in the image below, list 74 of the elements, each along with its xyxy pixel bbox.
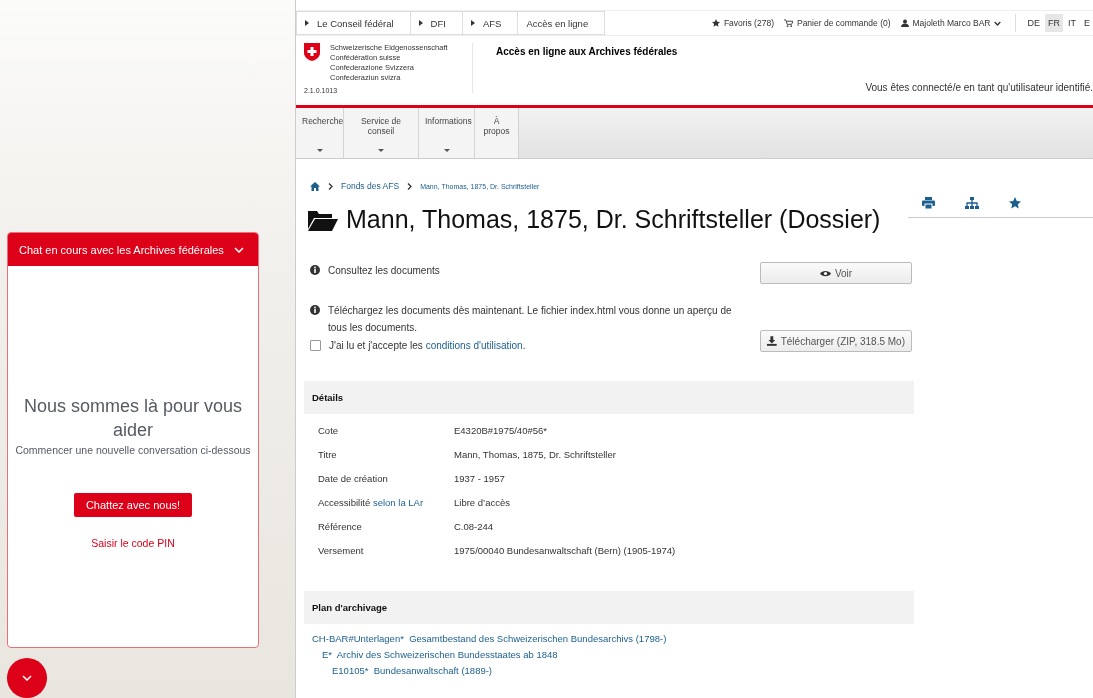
user-menu[interactable]: Majoleth Marco BAR — [912, 18, 991, 28]
chevron-down-icon — [22, 675, 32, 682]
chevron-right-icon — [328, 182, 333, 190]
top-breadcrumb[interactable]: Accès en ligne — [518, 11, 606, 35]
page-title: Mann, Thomas, 1875, Dr. Schriftsteller (Dossier) — [346, 205, 881, 234]
archive-tree-link[interactable]: CH-BAR#Unterlagen* Gesamtbestand des Schweizerischen Bundesarchivs (1798-) — [312, 631, 667, 647]
nav-menu-item[interactable]: À propos — [475, 108, 519, 158]
chevron-down-icon — [994, 20, 1002, 26]
top-breadcrumb[interactable]: Le Conseil fédéral — [297, 11, 411, 35]
section-header: Plan d'archivage — [304, 591, 914, 624]
view-info-text: Consultez les documents — [328, 264, 440, 278]
detail-value: E4320B#1975/40#56* — [454, 424, 548, 437]
star-icon[interactable] — [1009, 197, 1021, 209]
language-option[interactable]: DE — [1024, 14, 1043, 32]
terms-text: J'ai lu et j'accepte les conditions d'utilisation. — [329, 339, 526, 351]
chat-heading: Nous sommes là pour vous aider — [23, 395, 243, 442]
detail-label: Versement — [318, 544, 365, 557]
caret-right-icon — [470, 20, 475, 26]
chat-subtitle: Commencer une nouvelle conversation ci-dessous — [15, 444, 251, 456]
favorites-link[interactable]: Favoris (278) — [723, 18, 774, 28]
terms-checkbox[interactable] — [310, 339, 321, 351]
law-link[interactable]: selon la LAr — [372, 497, 424, 508]
info-icon — [310, 265, 320, 275]
language-option[interactable]: IT — [1065, 14, 1079, 32]
view-button[interactable]: Voir — [760, 262, 912, 284]
section-header: Détails — [304, 381, 914, 414]
home-icon[interactable] — [310, 181, 320, 191]
caret-icon — [316, 149, 323, 152]
folder-icon — [308, 208, 338, 231]
caret-icon — [378, 149, 384, 152]
info-icon — [310, 305, 320, 315]
login-status: Vous êtes connecté/e en tant qu'utilisateur identifié. — [865, 82, 1093, 93]
detail-label: Date de création — [318, 472, 389, 485]
star-icon — [711, 19, 720, 27]
terms-link[interactable]: conditions d'utilisation — [425, 339, 523, 351]
download-info-text: Téléchargez les documents dès maintenant. Le fichier index.html vous donne un aperçu de tous les documents. — [328, 304, 733, 335]
caret-right-icon — [418, 20, 423, 26]
download-icon — [767, 336, 777, 346]
cart-icon — [783, 19, 793, 27]
language-option[interactable]: E — [1081, 14, 1093, 32]
detail-value: 1975/00040 Bundesanwaltschaft (Bern) (1905-1974) — [454, 544, 677, 557]
detail-label: Cote — [318, 424, 340, 437]
chat-start-button[interactable]: Chattez avec nous! — [73, 493, 193, 517]
user-icon — [900, 19, 909, 27]
swiss-flag-icon — [304, 43, 320, 61]
pin-code-link[interactable]: Saisir le code PIN — [91, 537, 175, 549]
nav-menu-item[interactable]: Informations — [419, 108, 475, 158]
caret-icon — [443, 149, 450, 152]
archive-tree-link[interactable]: E10105* Bundesanwaltschaft (1889-) — [332, 663, 493, 679]
top-breadcrumb[interactable]: AFS — [462, 11, 519, 35]
chevron-right-icon — [407, 182, 413, 190]
hierarchy-icon[interactable] — [965, 197, 979, 209]
detail-value: C.08-244 — [454, 520, 495, 533]
detail-label: Référence — [318, 520, 363, 533]
detail-value: 1937 - 1957 — [454, 472, 506, 485]
chat-header[interactable]: Chat en cours avec les Archives fédérales — [8, 233, 258, 266]
cart-link[interactable]: Panier de commande (0) — [796, 18, 891, 28]
site-title: Accès en ligne aux Archives fédérales — [495, 45, 678, 59]
breadcrumb-link[interactable]: Fonds des AFS — [341, 181, 400, 191]
detail-value: Libre d’accès — [454, 496, 511, 509]
chevron-down-icon — [234, 246, 244, 253]
nav-menu-item[interactable]: Recherche — [296, 108, 344, 158]
caret-right-icon — [305, 20, 309, 26]
nav-menu-item[interactable]: Service de conseil — [344, 108, 419, 158]
detail-value: Mann, Thomas, 1875, Dr. Schriftsteller — [454, 448, 617, 461]
detail-label: Titre — [318, 448, 338, 461]
chat-toggle-button[interactable] — [7, 658, 47, 698]
top-breadcrumb[interactable]: DFI — [410, 11, 463, 35]
eye-icon — [819, 269, 831, 277]
download-button[interactable]: Télécharger (ZIP, 318.5 Mo) — [760, 330, 912, 352]
detail-label: Accessibilité selon la LAr — [318, 496, 425, 509]
print-icon[interactable] — [922, 197, 935, 209]
language-option[interactable]: FR — [1045, 14, 1063, 32]
archive-tree-link[interactable]: E* Archiv des Schweizerischen Bundesstaates ab 1848 — [322, 647, 558, 663]
